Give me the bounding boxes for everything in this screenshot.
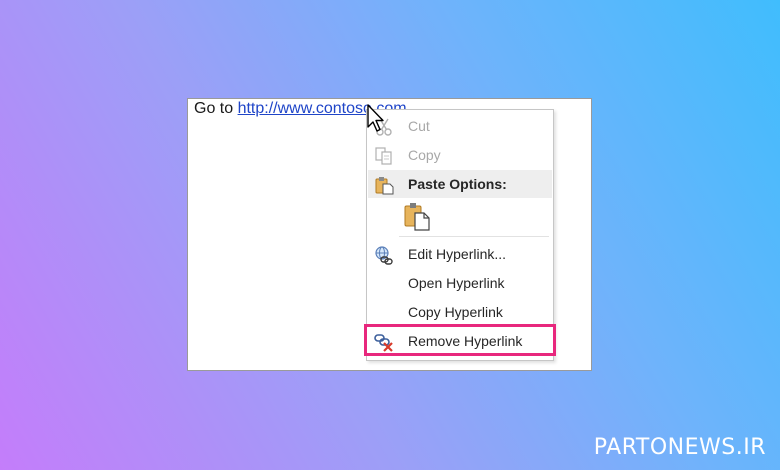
paste-options-header: Paste Options: — [368, 170, 552, 198]
menu-label-cut: Cut — [408, 118, 430, 134]
menu-label-copy: Copy — [408, 147, 441, 163]
copy-icon — [374, 146, 394, 166]
menu-item-copy-hyperlink[interactable]: Copy Hyperlink — [368, 298, 552, 326]
globe-link-icon — [374, 245, 394, 265]
menu-label-paste-options: Paste Options: — [408, 176, 507, 192]
mouse-pointer-icon — [366, 103, 388, 133]
remove-hyperlink-highlight-box — [364, 324, 556, 356]
menu-item-open-hyperlink[interactable]: Open Hyperlink — [368, 269, 552, 297]
menu-item-copy[interactable]: Copy — [368, 141, 552, 169]
menu-item-edit-hyperlink[interactable]: Edit Hyperlink... — [368, 240, 552, 268]
menu-item-cut[interactable]: Cut — [368, 112, 552, 140]
menu-label-open-hyperlink: Open Hyperlink — [408, 275, 505, 291]
paste-keep-text-button[interactable] — [403, 202, 431, 232]
document-prefix-text: Go to — [194, 100, 238, 117]
menu-separator — [399, 236, 549, 237]
paste-icon — [374, 175, 394, 195]
paste-clipboard-icon — [404, 203, 430, 231]
document-page: Go to http://www.contoso.com Cut Copy Pa… — [187, 98, 592, 371]
menu-label-copy-hyperlink: Copy Hyperlink — [408, 304, 503, 320]
context-menu: Cut Copy Paste Options: Edit Hyperlink..… — [364, 109, 556, 361]
watermark: PARTONEWS.IR — [593, 435, 766, 460]
menu-label-edit-hyperlink: Edit Hyperlink... — [408, 246, 507, 262]
